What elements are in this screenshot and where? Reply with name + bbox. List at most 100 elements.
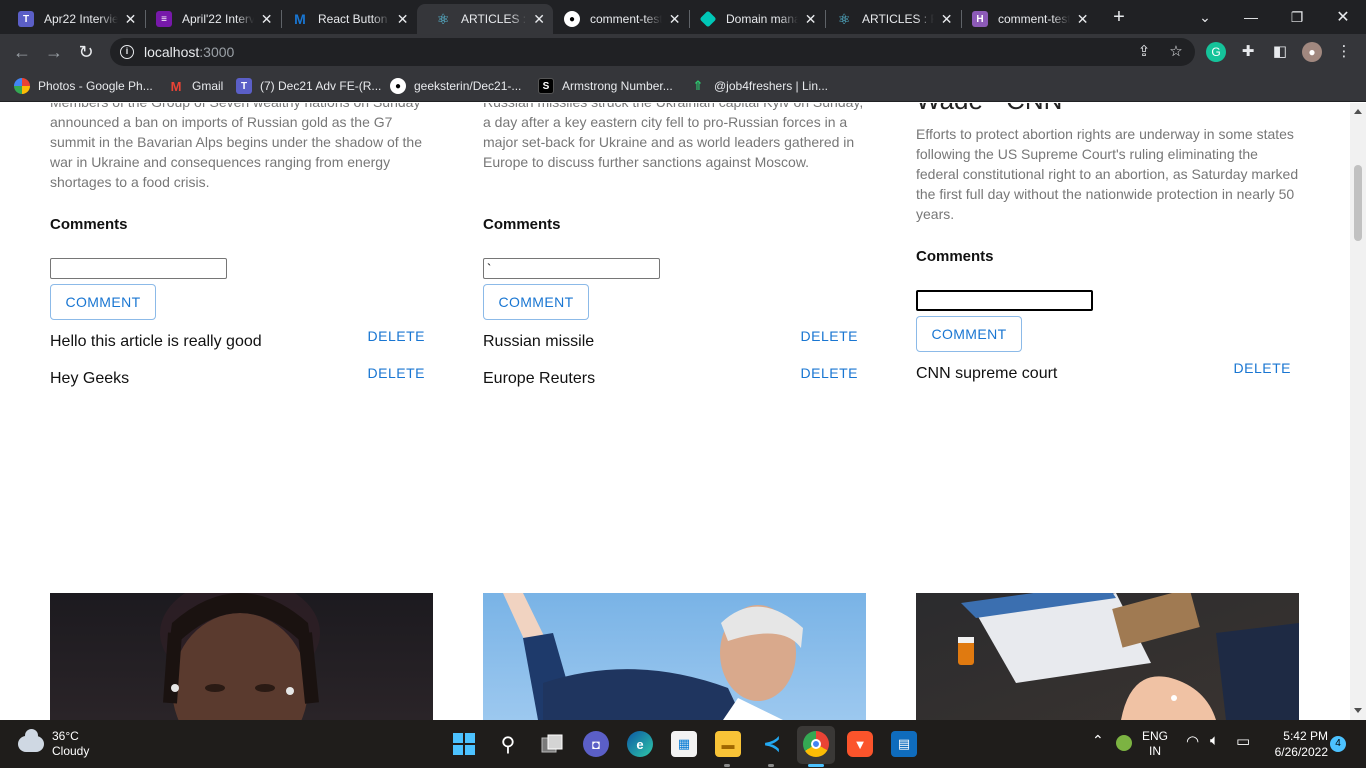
bookmark-teams[interactable]: T (7) Dec21 Adv FE-(R... xyxy=(236,76,381,96)
close-tab-icon[interactable]: ✕ xyxy=(668,11,681,28)
bookmark-gmail[interactable]: M Gmail xyxy=(168,76,224,96)
tab-domain-management[interactable]: Domain management ✕ xyxy=(682,4,825,34)
delete-button[interactable]: DELETE xyxy=(368,365,425,381)
back-icon[interactable]: ← xyxy=(10,40,34,64)
tab-react-button[interactable]: M React Button ✕ xyxy=(274,4,417,34)
article-image-politician xyxy=(483,593,866,720)
tab-apr22-interview[interactable]: T Apr22 Interview ✕ xyxy=(0,4,145,34)
weather-desc: Cloudy xyxy=(52,744,90,758)
comment-text: Russian missile xyxy=(483,333,595,350)
bookmark-github[interactable]: ● geeksterin/Dec21-... xyxy=(390,76,521,96)
system-clock[interactable]: 5:42 PM 6/26/2022 xyxy=(1262,728,1328,760)
tab-strip: T Apr22 Interview ✕ ≡ April'22 Interview… xyxy=(0,0,1366,34)
close-tab-icon[interactable]: ✕ xyxy=(124,11,137,28)
language-code: ENG xyxy=(1142,729,1169,743)
minimize-icon[interactable]: — xyxy=(1228,0,1274,34)
tab-april22-interview[interactable]: ≡ April'22 Interview ✕ xyxy=(138,4,281,34)
edge-icon[interactable]: e xyxy=(627,731,653,757)
article-heading: Wade - CNN xyxy=(916,103,1062,116)
show-hidden-icons[interactable]: ⌃ xyxy=(1092,732,1104,749)
region-code: IN xyxy=(1149,744,1161,758)
bookmark-star-icon[interactable]: ☆ xyxy=(1166,42,1186,62)
comment-text: Hello this article is really good xyxy=(50,333,262,350)
article-description: Members of the Group of Seven wealthy na… xyxy=(50,103,422,190)
windows-taskbar: 36°C Cloudy ⚲ ◘ e ▦ ▬ ≺ ▼ ▤ ⌃ ENG IN ◠ 🔈… xyxy=(0,720,1366,768)
close-tab-icon[interactable]: ✕ xyxy=(396,11,409,28)
grammarly-icon[interactable]: G xyxy=(1206,42,1226,62)
side-panel-icon[interactable]: ◧ xyxy=(1270,42,1290,62)
delete-button[interactable]: DELETE xyxy=(801,365,858,381)
comments-heading: Comments xyxy=(50,216,128,233)
file-explorer-icon[interactable]: ▬ xyxy=(715,731,741,757)
address-bar[interactable]: i localhost:3000 xyxy=(110,38,1195,66)
comments-heading: Comments xyxy=(483,216,561,233)
search-icon[interactable]: ⚲ xyxy=(495,731,521,757)
volume-icon[interactable]: 🔈︎ xyxy=(1210,732,1219,749)
wifi-icon[interactable]: ◠ xyxy=(1186,732,1199,750)
close-tab-icon[interactable]: ✕ xyxy=(1076,11,1089,28)
react-icon: ⚛ xyxy=(837,10,851,27)
scroll-up-arrow-icon[interactable] xyxy=(1354,109,1362,114)
site-info-icon[interactable]: i xyxy=(120,45,134,59)
comment-button[interactable]: COMMENT xyxy=(483,284,589,320)
delete-button[interactable]: DELETE xyxy=(368,328,425,344)
comments-heading: Comments xyxy=(916,248,994,265)
comment-button[interactable]: COMMENT xyxy=(916,316,1022,352)
weather-widget[interactable]: 36°C Cloudy xyxy=(18,729,89,759)
bookmark-job4freshers[interactable]: ⇑ @job4freshers | Lin... xyxy=(690,76,828,96)
brave-icon[interactable]: ▼ xyxy=(847,731,873,757)
extensions-icon[interactable]: ✚ xyxy=(1238,42,1258,62)
tab-comment-test-heroku[interactable]: H comment-test ✕ xyxy=(954,4,1097,34)
store-icon[interactable]: ▦ xyxy=(671,731,697,757)
menu-icon[interactable]: ⋮ xyxy=(1334,42,1354,62)
tab-search-icon[interactable]: ⌄ xyxy=(1182,0,1228,34)
comment-text: Hey Geeks xyxy=(50,370,130,387)
close-tab-icon[interactable]: ✕ xyxy=(260,11,273,28)
clock-time: 5:42 PM xyxy=(1283,729,1328,743)
delete-button[interactable]: DELETE xyxy=(1234,360,1291,376)
comment-text: Europe Reuters xyxy=(483,370,596,387)
scroll-down-arrow-icon[interactable] xyxy=(1354,708,1362,713)
close-tab-icon[interactable]: ✕ xyxy=(940,11,953,28)
close-tab-icon[interactable]: ✕ xyxy=(804,11,817,28)
share-icon[interactable]: ⇪ xyxy=(1134,42,1154,62)
language-indicator[interactable]: ENG IN xyxy=(1142,729,1168,759)
comment-button[interactable]: COMMENT xyxy=(50,284,156,320)
forward-icon[interactable]: → xyxy=(42,40,66,64)
comment-item: Hello this article is really good DELETE xyxy=(50,328,433,355)
article-image-pills xyxy=(916,593,1299,720)
comment-input[interactable] xyxy=(50,258,227,279)
clock-date: 6/26/2022 xyxy=(1274,745,1328,759)
new-tab-button[interactable]: + xyxy=(1110,6,1128,28)
close-window-icon[interactable]: ✕ xyxy=(1320,0,1366,34)
comment-input[interactable] xyxy=(916,290,1093,311)
vscode-icon[interactable]: ≺ xyxy=(759,731,785,757)
delete-button[interactable]: DELETE xyxy=(801,328,858,344)
restore-icon[interactable]: ❐ xyxy=(1274,0,1320,34)
tray-app-icon[interactable] xyxy=(1116,735,1132,751)
comment-input[interactable] xyxy=(483,258,660,279)
page-scrollbar[interactable] xyxy=(1350,103,1366,720)
battery-icon[interactable]: ▭ xyxy=(1236,732,1250,750)
tab-articles-active[interactable]: ⚛ ARTICLES : React App ✕ xyxy=(417,4,553,34)
reload-icon[interactable]: ↻ xyxy=(74,40,98,64)
close-tab-icon[interactable]: ✕ xyxy=(533,11,545,28)
task-view-icon[interactable] xyxy=(539,731,565,757)
teams-chat-icon[interactable]: ◘ xyxy=(583,731,609,757)
bookmark-armstrong[interactable]: S Armstrong Number... xyxy=(538,76,673,96)
scrollbar-thumb[interactable] xyxy=(1354,165,1362,241)
github-icon: ● xyxy=(390,78,406,94)
tab-comment-test-github[interactable]: ● comment-test ✕ xyxy=(546,4,689,34)
bookmark-google-photos[interactable]: Photos - Google Ph... xyxy=(14,76,153,96)
article-description: Russian missiles struck the Ukrainian ca… xyxy=(483,103,863,170)
comment-item: Hey Geeks DELETE xyxy=(50,365,433,392)
teams-icon: T xyxy=(236,78,252,94)
chrome-icon[interactable] xyxy=(803,731,829,757)
url-port: :3000 xyxy=(199,44,235,60)
notification-badge[interactable]: 4 xyxy=(1330,736,1346,752)
windows-app-icon[interactable]: ▤ xyxy=(891,731,917,757)
profile-avatar[interactable]: ● xyxy=(1302,42,1322,62)
running-indicator xyxy=(808,764,824,767)
tab-articles[interactable]: ⚛ ARTICLES : React App ✕ xyxy=(818,4,961,34)
windows-start-icon[interactable] xyxy=(451,731,477,757)
